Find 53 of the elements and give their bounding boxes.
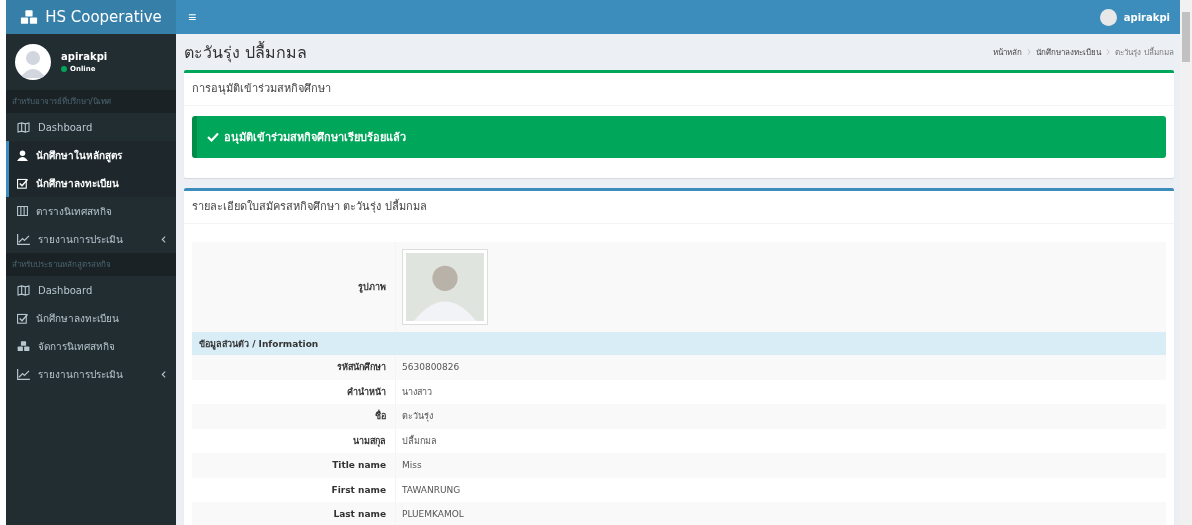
sidebar-item[interactable]: ตารางนิเทศสหกิจ	[6, 197, 176, 225]
table-cell-text: TAWANRUNG	[401, 483, 462, 497]
table-label: ชื่อ	[192, 404, 396, 429]
sidebar-section-header: สำหรับอาจารย์ที่ปรึกษา/นิเทศ	[6, 90, 176, 113]
user-name: apirakpi	[61, 51, 108, 62]
line-chart-icon	[17, 233, 30, 245]
table-cell-text: 5630800826	[401, 361, 461, 375]
table-label: Title name	[192, 453, 396, 478]
breadcrumb-link[interactable]: นักศึกษาลงทะเบียน	[1036, 45, 1102, 59]
map-icon	[17, 121, 30, 133]
alert-message: อนุมัติเข้าร่วมสหกิจศึกษาเรียบร้อยแล้ว	[224, 130, 406, 146]
user-menu[interactable]: apirakpi	[1099, 8, 1170, 26]
panel-title: การอนุมัติเข้าร่วมสหกิจศึกษา	[184, 73, 1174, 106]
cubes-icon	[20, 9, 39, 25]
breadcrumb-link[interactable]: ตะวันรุ่ง ปลื้มกมล	[1115, 45, 1174, 59]
panel-title: รายละเอียดใบสมัครสหกิจศึกษา ตะวันรุ่ง ปลื้มกมล	[184, 191, 1174, 224]
checkbox-icon	[17, 312, 28, 324]
sidebar-item[interactable]: รายงานการประเมิน	[6, 225, 176, 253]
sidebar-item[interactable]: นักศึกษาลงทะเบียน	[6, 169, 176, 197]
chevron-left-icon	[161, 235, 166, 243]
table-icon	[17, 206, 28, 216]
chevron-right-icon	[1027, 49, 1032, 55]
page-title: ตะวันรุ่ง ปลื้มกมล	[184, 40, 308, 65]
section-header: ข้อมูลส่วนตัว / Information	[192, 332, 1166, 355]
sidebar-item[interactable]: นักศึกษาในหลักสูตร	[6, 141, 176, 169]
table-cell-text: นางสาว	[401, 385, 433, 399]
chevron-right-icon	[1106, 49, 1111, 55]
sidebar-section-header: สำหรับประธานหลักสูตรสหกิจ	[6, 253, 176, 276]
cubes-icon	[17, 340, 30, 352]
sidebar-item[interactable]: Dashboard	[6, 113, 176, 141]
table-cell-text: ตะวันรุ่ง	[401, 410, 434, 424]
checkbox-icon	[17, 177, 28, 189]
table-cell-text: Miss	[401, 459, 423, 473]
table-label: Last name	[192, 502, 396, 525]
user-icon	[17, 149, 28, 161]
sidebar-item[interactable]: นักศึกษาลงทะเบียน	[6, 304, 176, 332]
check-icon	[207, 132, 219, 142]
table-label: รหัสนักศึกษา	[192, 355, 396, 380]
sidebar-item[interactable]: จัดการนิเทศสหกิจ	[6, 332, 176, 360]
avatar-icon	[15, 44, 51, 80]
sidebar-item[interactable]: Dashboard	[6, 276, 176, 304]
scrollbar[interactable]	[1180, 0, 1192, 525]
breadcrumb-link[interactable]: หน้าหลัก	[993, 45, 1023, 59]
sidebar-item[interactable]: รายงานการประเมิน	[6, 360, 176, 388]
line-chart-icon	[17, 368, 30, 380]
brand-logo[interactable]: HS Cooperative	[6, 0, 176, 34]
table-cell-text: ปลื้มกมล	[401, 434, 438, 448]
menu-toggle[interactable]: ≡	[182, 7, 203, 27]
map-icon	[17, 284, 30, 296]
brand-name: HS Cooperative	[45, 8, 162, 26]
avatar-icon	[1099, 8, 1117, 26]
table-cell-text: PLUEMKAMOL	[401, 508, 465, 522]
chevron-left-icon	[161, 370, 166, 378]
